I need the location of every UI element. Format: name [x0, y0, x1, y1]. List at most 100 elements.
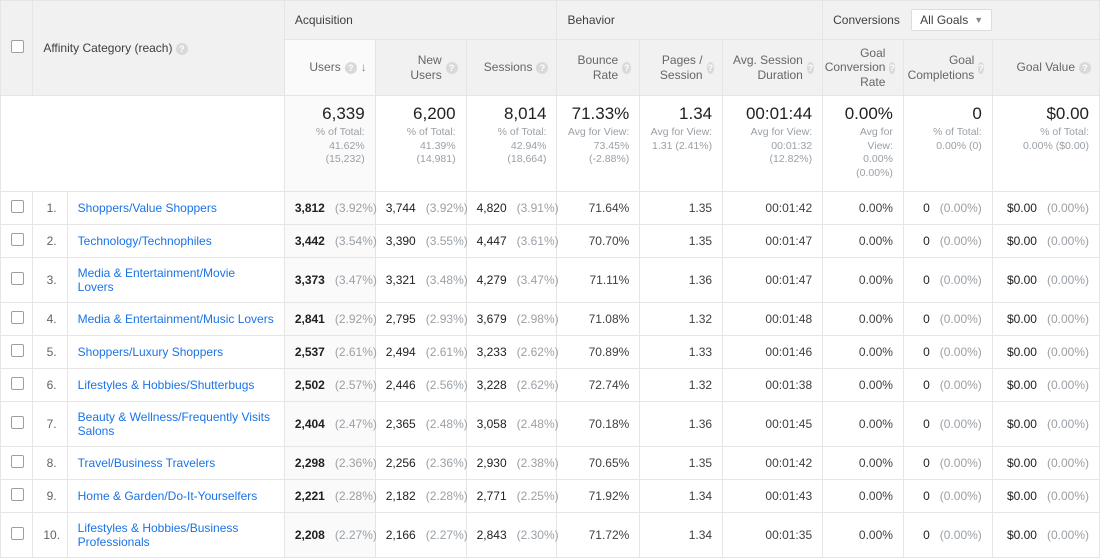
cell-new-users: 3,390(3.55%): [375, 224, 466, 257]
cell-sessions: 3,233(2.62%): [466, 335, 557, 368]
cell-users: 3,442(3.54%): [284, 224, 375, 257]
cell-goal-value: $0.00(0.00%): [992, 368, 1099, 401]
cell-goal-completions: 0(0.00%): [903, 224, 992, 257]
col-pages-session[interactable]: Pages / Session ?: [640, 40, 723, 96]
row-checkbox[interactable]: [11, 488, 24, 501]
row-checkbox[interactable]: [11, 377, 24, 390]
cell-new-users: 2,446(2.56%): [375, 368, 466, 401]
cell-pages-session: 1.35: [640, 446, 723, 479]
row-checkbox[interactable]: [11, 200, 24, 213]
row-index: 6.: [33, 368, 67, 401]
cell-sessions: 4,447(3.61%): [466, 224, 557, 257]
row-category-cell: Beauty & Wellness/Frequently Visits Salo…: [67, 401, 284, 446]
help-icon[interactable]: ?: [345, 62, 357, 74]
conversions-goal-selector[interactable]: All Goals ▼: [911, 9, 992, 31]
help-icon[interactable]: ?: [446, 62, 458, 74]
help-icon[interactable]: ?: [1079, 62, 1091, 74]
col-bounce-rate[interactable]: Bounce Rate ?: [557, 40, 640, 96]
cell-sessions: 4,279(3.47%): [466, 257, 557, 302]
row-checkbox[interactable]: [11, 233, 24, 246]
row-index: 5.: [33, 335, 67, 368]
cell-sessions: 3,228(2.62%): [466, 368, 557, 401]
category-link[interactable]: Media & Entertainment/Music Lovers: [78, 312, 274, 326]
row-checkbox[interactable]: [11, 527, 24, 540]
col-goal-value[interactable]: Goal Value ?: [992, 40, 1099, 96]
col-sessions[interactable]: Sessions ?: [466, 40, 557, 96]
help-icon[interactable]: ?: [889, 62, 895, 74]
cell-duration: 00:01:42: [723, 446, 823, 479]
category-link[interactable]: Beauty & Wellness/Frequently Visits Salo…: [78, 410, 270, 438]
select-all-checkbox[interactable]: [11, 40, 24, 53]
category-link[interactable]: Shoppers/Value Shoppers: [78, 201, 217, 215]
col-users[interactable]: Users ? ↓: [284, 40, 375, 96]
row-checkbox-cell: [1, 479, 33, 512]
category-link[interactable]: Lifestyles & Hobbies/Business Profession…: [78, 521, 239, 549]
cell-goal-value: $0.00(0.00%): [992, 257, 1099, 302]
col-goal-conv-rate[interactable]: Goal Conversion Rate ?: [823, 40, 904, 96]
row-checkbox[interactable]: [11, 311, 24, 324]
summary-goal-conv-rate: 0.00% Avg for View:0.00% (0.00%): [823, 96, 904, 192]
cell-sessions: 2,930(2.38%): [466, 446, 557, 479]
table-row: 6. Lifestyles & Hobbies/Shutterbugs 2,502(…: [1, 368, 1100, 401]
row-category-cell: Home & Garden/Do-It-Yourselfers: [67, 479, 284, 512]
cell-goal-value: $0.00(0.00%): [992, 512, 1099, 557]
table-row: 7.Beauty & Wellness/Frequently Visits Sa…: [1, 401, 1100, 446]
help-icon[interactable]: ?: [176, 43, 188, 55]
cell-duration: 00:01:47: [723, 257, 823, 302]
cell-goal-completions: 0(0.00%): [903, 191, 992, 224]
row-checkbox[interactable]: [11, 416, 24, 429]
cell-duration: 00:01:48: [723, 302, 823, 335]
cell-bounce: 70.70%: [557, 224, 640, 257]
row-checkbox-cell: [1, 335, 33, 368]
cell-goal-conv-rate: 0.00%: [823, 224, 904, 257]
category-link[interactable]: Home & Garden/Do-It-Yourselfers: [78, 489, 258, 503]
cell-pages-session: 1.33: [640, 335, 723, 368]
group-conversions-label: Conversions: [833, 13, 900, 27]
table-row: 10.Lifestyles & Hobbies/Business Profess…: [1, 512, 1100, 557]
cell-goal-value: $0.00(0.00%): [992, 191, 1099, 224]
cell-bounce: 71.08%: [557, 302, 640, 335]
row-checkbox[interactable]: [11, 272, 24, 285]
row-checkbox[interactable]: [11, 455, 24, 468]
cell-sessions: 3,058(2.48%): [466, 401, 557, 446]
category-link[interactable]: Lifestyles & Hobbies/Shutterbugs: [78, 378, 255, 392]
cell-pages-session: 1.36: [640, 401, 723, 446]
help-icon[interactable]: ?: [978, 62, 984, 74]
table-row: 8.Travel/Business Travelers2,298(2.36%)2…: [1, 446, 1100, 479]
row-index: 1.: [33, 191, 67, 224]
cell-sessions: 4,820(3.91%): [466, 191, 557, 224]
data-rows: 1.Shoppers/Value Shoppers3,812(3.92%)3,7…: [1, 191, 1100, 557]
row-index: 4.: [33, 302, 67, 335]
category-link[interactable]: Shoppers/Luxury Shoppers: [78, 345, 223, 359]
help-icon[interactable]: ?: [622, 62, 631, 74]
summary-users: 6,339 % of Total:41.62% (15,232): [284, 96, 375, 192]
row-checkbox-cell: [1, 446, 33, 479]
primary-dimension-header[interactable]: Affinity Category (reach) ?: [33, 1, 285, 96]
cell-goal-conv-rate: 0.00%: [823, 512, 904, 557]
cell-users: 2,502(2.57%): [284, 368, 375, 401]
row-checkbox[interactable]: [11, 344, 24, 357]
col-goal-completions[interactable]: Goal Completions ?: [903, 40, 992, 96]
help-icon[interactable]: ?: [807, 62, 814, 74]
cell-users: 2,404(2.47%): [284, 401, 375, 446]
cell-goal-completions: 0(0.00%): [903, 512, 992, 557]
cell-bounce: 71.92%: [557, 479, 640, 512]
category-link[interactable]: Media & Entertainment/Movie Lovers: [78, 266, 235, 294]
row-checkbox-cell: [1, 512, 33, 557]
table-row: 4.Media & Entertainment/Music Lovers2,84…: [1, 302, 1100, 335]
conversions-goal-value: All Goals: [920, 13, 968, 27]
summary-pages-session: 1.34 Avg for View:1.31 (2.41%): [640, 96, 723, 192]
col-new-users[interactable]: New Users ?: [375, 40, 466, 96]
cell-bounce: 70.18%: [557, 401, 640, 446]
cell-duration: 00:01:45: [723, 401, 823, 446]
category-link[interactable]: Travel/Business Travelers: [78, 456, 216, 470]
group-behavior: Behavior: [557, 1, 823, 40]
affinity-category-table: Affinity Category (reach) ? Acquisition …: [0, 0, 1100, 558]
help-icon[interactable]: ?: [536, 62, 548, 74]
cell-users: 3,812(3.92%): [284, 191, 375, 224]
help-icon[interactable]: ?: [707, 62, 715, 74]
category-link[interactable]: Technology/Technophiles: [78, 234, 212, 248]
column-group-header: Affinity Category (reach) ? Acquisition …: [1, 1, 1100, 40]
col-avg-duration[interactable]: Avg. Session Duration ?: [723, 40, 823, 96]
cell-new-users: 2,256(2.36%): [375, 446, 466, 479]
